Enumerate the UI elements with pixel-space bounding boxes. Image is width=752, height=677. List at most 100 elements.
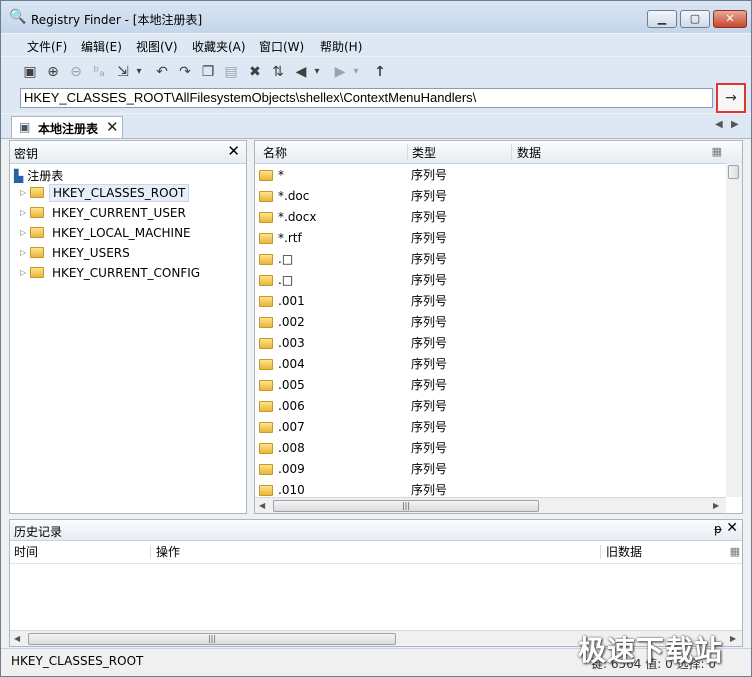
menu-window[interactable]: 窗口(W)	[259, 38, 304, 55]
list-item[interactable]: .□ 序列号	[259, 249, 719, 270]
list-item[interactable]: *.rtf 序列号	[259, 228, 719, 249]
expand-arrow-icon[interactable]: ▷	[20, 188, 30, 197]
scroll-left-arrow-icon[interactable]: ◀	[259, 501, 265, 510]
paste-icon[interactable]: ▤	[222, 63, 240, 81]
folder-icon	[259, 296, 273, 307]
list-item[interactable]: .002 序列号	[259, 312, 719, 333]
column-name[interactable]: 名称	[263, 143, 287, 163]
up-level-icon[interactable]: ↑	[371, 63, 389, 81]
tab-next-icon[interactable]: ▶	[731, 119, 739, 130]
undo-icon[interactable]: ↶	[153, 63, 171, 81]
list-item[interactable]: *.doc 序列号	[259, 186, 719, 207]
list-item[interactable]: .008 序列号	[259, 438, 719, 459]
list-item[interactable]: *.docx 序列号	[259, 207, 719, 228]
maximize-button[interactable]: ▢	[680, 10, 710, 28]
column-action[interactable]: 操作	[156, 542, 180, 562]
list-item[interactable]: .□ 序列号	[259, 270, 719, 291]
list-item-name: .005	[259, 375, 305, 396]
expand-arrow-icon[interactable]: ▷	[20, 208, 30, 217]
scroll-thumb[interactable]: |||	[273, 500, 539, 512]
tab-local-registry[interactable]: ▣ 本地注册表 ✕	[11, 116, 123, 138]
registry-icon: ▙	[14, 169, 24, 183]
list-item-name-text: .010	[278, 483, 305, 497]
redo-icon[interactable]: ↷	[176, 63, 194, 81]
column-divider[interactable]	[407, 144, 408, 160]
tree-item-hku[interactable]: ▷ HKEY_USERS	[20, 245, 133, 263]
menu-file[interactable]: 文件(F)	[27, 38, 67, 55]
column-divider[interactable]	[511, 144, 512, 160]
scroll-thumb[interactable]	[728, 165, 739, 179]
history-close-icon[interactable]: ✕	[726, 520, 738, 536]
list-item-type: 序列号	[411, 441, 448, 455]
close-button[interactable]: ✕	[713, 10, 747, 28]
list-item[interactable]: .007 序列号	[259, 417, 719, 438]
list-item-name-text: .007	[278, 420, 305, 434]
find-icon[interactable]: ⊕	[44, 63, 62, 81]
menu-favorites[interactable]: 收藏夹(A)	[192, 38, 246, 55]
scroll-thumb[interactable]: |||	[28, 633, 396, 645]
expand-arrow-icon[interactable]: ▷	[20, 228, 30, 237]
list-item[interactable]: * 序列号	[259, 165, 719, 186]
column-type[interactable]: 类型	[412, 143, 436, 163]
list-item[interactable]: .009 序列号	[259, 459, 719, 480]
column-data[interactable]: 数据	[517, 143, 541, 163]
list-item-type: 序列号	[411, 336, 448, 350]
list-header: 名称 ˆ 类型 数据 ▦	[255, 141, 742, 164]
replace-icon[interactable]: ᵇₐ	[90, 63, 108, 81]
tab-prev-icon[interactable]: ◀	[715, 119, 723, 130]
computer-icon[interactable]: ▣	[21, 63, 39, 81]
folder-icon	[259, 464, 273, 475]
menu-edit[interactable]: 编辑(E)	[81, 38, 122, 55]
scroll-right-arrow-icon[interactable]: ▶	[730, 634, 736, 643]
refresh-icon[interactable]: ⇅	[269, 63, 287, 81]
column-chooser-icon[interactable]: ▦	[712, 145, 722, 158]
list-item[interactable]: .005 序列号	[259, 375, 719, 396]
forward-icon[interactable]: ▶	[331, 63, 349, 81]
list-item[interactable]: .003 序列号	[259, 333, 719, 354]
find-next-icon[interactable]: ⊖	[67, 63, 85, 81]
back-icon[interactable]: ◀	[292, 63, 310, 81]
list-item-type: 序列号	[411, 273, 448, 287]
list-item-type: 序列号	[411, 189, 448, 203]
tab-close-icon[interactable]: ✕	[106, 118, 119, 136]
expand-arrow-icon[interactable]: ▷	[20, 248, 30, 257]
tree-item-hklm[interactable]: ▷ HKEY_LOCAL_MACHINE	[20, 225, 194, 243]
delete-icon[interactable]: ✖	[246, 63, 264, 81]
column-chooser-icon[interactable]: ▦	[730, 545, 740, 558]
list-item-type: 序列号	[411, 462, 448, 476]
vertical-scrollbar[interactable]	[726, 163, 742, 497]
tree-item-hkcu[interactable]: ▷ HKEY_CURRENT_USER	[20, 205, 189, 223]
column-divider[interactable]	[600, 545, 601, 559]
column-time[interactable]: 时间	[14, 542, 38, 562]
copy-icon[interactable]: ❐	[199, 63, 217, 81]
pin-icon[interactable]: ᵽ	[714, 522, 722, 536]
tree-item-hkcc[interactable]: ▷ HKEY_CURRENT_CONFIG	[20, 265, 203, 283]
expand-arrow-icon[interactable]: ▷	[20, 268, 30, 277]
menu-help[interactable]: 帮助(H)	[320, 38, 362, 55]
tree-root[interactable]: ▙ 注册表	[14, 167, 63, 184]
go-button[interactable]: →	[716, 83, 746, 113]
folder-icon	[259, 443, 273, 454]
menu-view[interactable]: 视图(V)	[136, 38, 178, 55]
list-item[interactable]: .006 序列号	[259, 396, 719, 417]
list-item-type: 序列号	[411, 210, 448, 224]
address-input[interactable]: HKEY_CLASSES_ROOT\AllFilesystemObjects\s…	[20, 88, 713, 108]
scroll-right-arrow-icon[interactable]: ▶	[713, 501, 719, 510]
keys-pane-close-icon[interactable]: ✕	[227, 142, 240, 160]
tree-item-hkcr[interactable]: ▷ HKEY_CLASSES_ROOT	[20, 183, 190, 203]
list-item-name-text: .002	[278, 315, 305, 329]
minimize-button[interactable]: ▁	[647, 10, 677, 28]
export-dropdown-icon[interactable]: ▾	[134, 63, 144, 81]
back-dropdown-icon[interactable]: ▾	[312, 63, 322, 81]
list-item-type: 序列号	[411, 357, 448, 371]
forward-dropdown-icon[interactable]: ▾	[351, 63, 361, 81]
list-item[interactable]: .004 序列号	[259, 354, 719, 375]
column-old-data[interactable]: 旧数据	[606, 542, 642, 562]
list-item[interactable]: .001 序列号	[259, 291, 719, 312]
history-columns: 时间 操作 旧数据 ▦	[10, 541, 742, 564]
column-divider[interactable]	[150, 545, 151, 559]
tree-item-label: HKEY_CURRENT_CONFIG	[52, 265, 201, 280]
scroll-left-arrow-icon[interactable]: ◀	[14, 634, 20, 643]
export-icon[interactable]: ⇲	[114, 63, 132, 81]
horizontal-scrollbar[interactable]: ◀ ||| ▶	[255, 497, 726, 513]
